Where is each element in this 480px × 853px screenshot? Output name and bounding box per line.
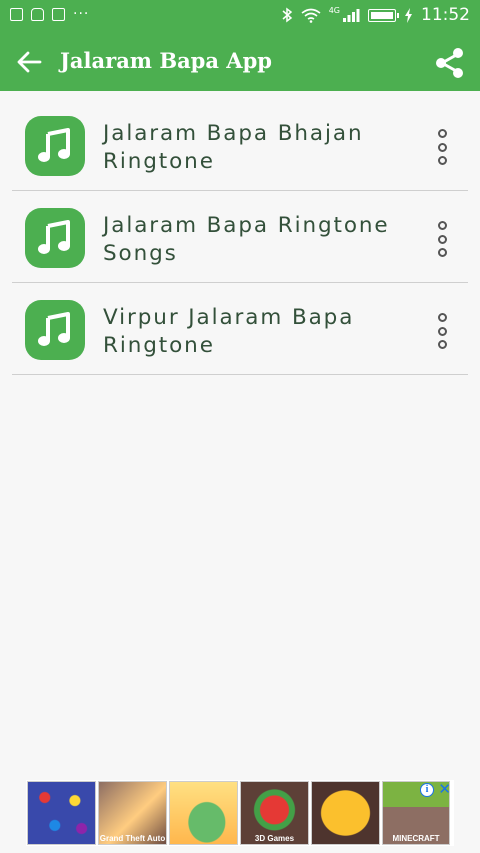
list-item-title: Jalaram Bapa Ringtone Songs [103,213,390,266]
wifi-icon [301,8,321,23]
more-options-button[interactable] [430,127,454,167]
ad-banner[interactable]: Grand Theft Auto 3D Games MINECRAFT i ✕ [26,780,454,846]
android-notification-icon [31,8,44,21]
ad-close-icon[interactable]: ✕ [438,781,451,797]
ad-game-tile-gta[interactable]: Grand Theft Auto [98,781,167,845]
battery-icon [368,8,399,22]
list-item-title: Virpur Jalaram Bapa Ringtone [103,305,355,358]
list-item[interactable]: Virpur Jalaram Bapa Ringtone [12,283,468,375]
list-item[interactable]: Jalaram Bapa Ringtone Songs [12,191,468,283]
page-title: Jalaram Bapa App [60,48,272,73]
back-arrow-icon [17,51,42,73]
app-bar: Jalaram Bapa App [0,33,480,91]
clock: 11:52 [421,5,470,25]
ad-game-tile-temple[interactable] [311,781,380,845]
share-icon [436,48,463,78]
music-note-icon [25,300,85,360]
system-icons: 4G 11:52 [281,5,470,25]
image-notification-icon [10,8,23,21]
list-item[interactable]: Jalaram Bapa Bhajan Ringtone [12,99,468,191]
music-note-icon [25,116,85,176]
notification-icons: ··· [10,6,90,22]
more-notifications-icon: ··· [73,6,90,22]
ad-game-tile-fruit[interactable]: 3D Games [240,781,309,845]
u-notification-icon [52,8,65,21]
ad-info-icon[interactable]: i [420,783,434,797]
bluetooth-icon [282,7,292,23]
more-options-button[interactable] [430,311,454,351]
more-options-button[interactable] [430,219,454,259]
status-bar: ··· 4G 11:52 [0,0,480,33]
signal-icon [343,8,360,22]
ringtone-list: Jalaram Bapa Bhajan Ringtone Jalaram Bap… [12,99,468,375]
share-button[interactable] [430,43,470,83]
ad-game-tile-swampy[interactable] [169,781,238,845]
list-item-title: Jalaram Bapa Bhajan Ringtone [103,121,364,174]
music-note-icon [25,208,85,268]
back-button[interactable] [10,43,48,81]
network-type-label: 4G [328,5,340,15]
charging-icon [405,7,412,23]
ad-game-tile-candy[interactable] [27,781,96,845]
